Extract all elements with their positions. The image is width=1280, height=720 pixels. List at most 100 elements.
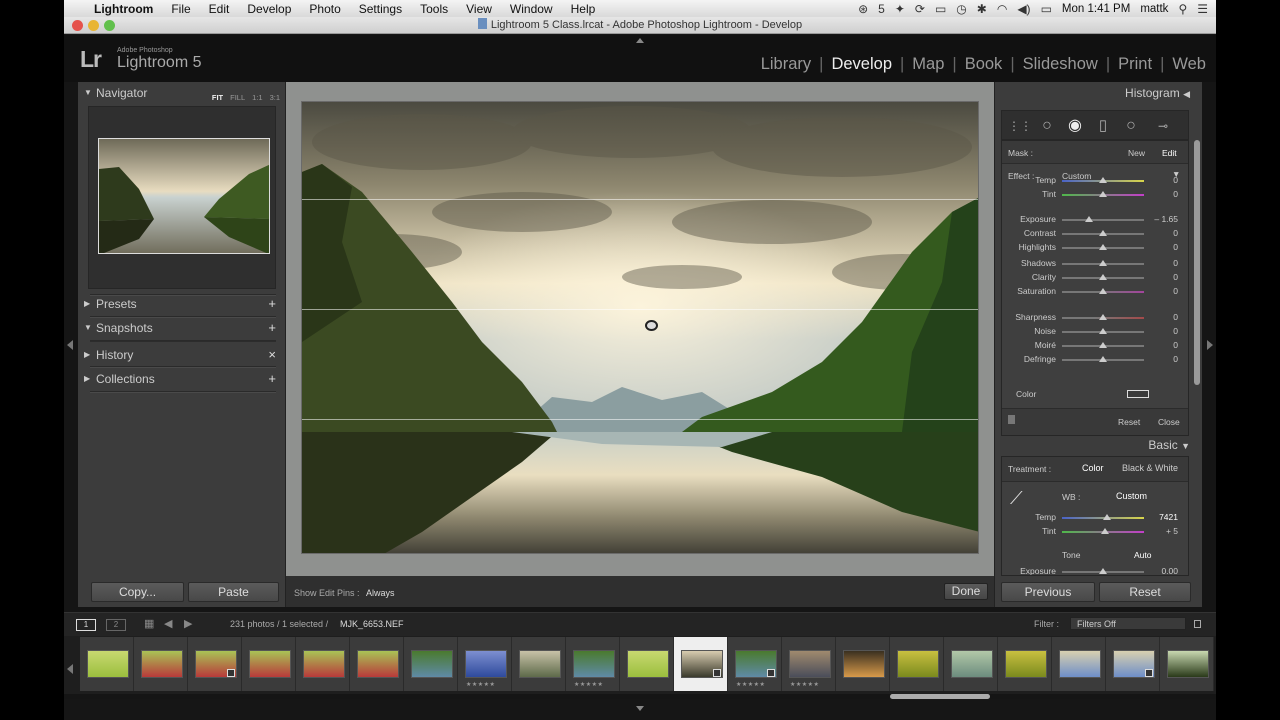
paste-settings-button[interactable]: Paste <box>188 582 279 602</box>
basic-temp-slider[interactable]: Temp 7421 <box>1002 512 1188 524</box>
zoom-fill[interactable]: FILL <box>230 88 245 108</box>
zoom-3-1[interactable]: 3:1 <box>270 88 280 108</box>
filmstrip-thumbnail[interactable] <box>1106 637 1160 691</box>
filmstrip-thumbnail[interactable] <box>242 637 296 691</box>
filmstrip-thumbnail[interactable] <box>512 637 566 691</box>
slider-knob-icon[interactable] <box>1099 244 1107 250</box>
time-machine-icon[interactable]: ◷ <box>956 2 966 16</box>
slider-knob-icon[interactable] <box>1099 274 1107 280</box>
slider-knob-icon[interactable] <box>1099 230 1107 236</box>
add-snapshot-icon[interactable]: + <box>268 318 276 338</box>
filmstrip-thumbnail[interactable] <box>998 637 1052 691</box>
status-app-badge[interactable]: 5 <box>878 2 885 16</box>
slider-defringe[interactable]: Defringe 0 <box>1002 354 1188 366</box>
slider-knob-icon[interactable] <box>1099 568 1107 574</box>
menu-window[interactable]: Window <box>501 2 562 16</box>
slider-moir[interactable]: Moiré 0 <box>1002 340 1188 352</box>
treatment-bw-option[interactable]: Black & White <box>1122 463 1178 473</box>
history-header[interactable]: ▶ History × <box>78 345 286 365</box>
reset-adjustment-button[interactable]: Reset <box>1118 417 1140 427</box>
wifi-icon[interactable]: ◠ <box>997 2 1007 16</box>
module-library[interactable]: Library <box>753 55 819 74</box>
zoom-1-1[interactable]: 1:1 <box>252 88 262 108</box>
filmstrip-thumbnail[interactable]: ★★★★★ <box>782 637 836 691</box>
snapshots-header[interactable]: ▼ Snapshots + <box>78 318 286 338</box>
white-balance-eyedropper-icon[interactable]: ⟋ <box>1010 488 1023 509</box>
slider-knob-icon[interactable] <box>1099 314 1107 320</box>
module-web[interactable]: Web <box>1164 55 1206 74</box>
collapse-histogram-icon[interactable]: ◀ <box>1183 89 1190 99</box>
menu-settings[interactable]: Settings <box>350 2 411 16</box>
module-print[interactable]: Print <box>1110 55 1160 74</box>
collections-header[interactable]: ▶ Collections + <box>78 369 286 389</box>
edit-pin-icon[interactable] <box>645 320 658 331</box>
filmstrip-thumbnail[interactable] <box>134 637 188 691</box>
module-map[interactable]: Map <box>904 55 952 74</box>
slider-knob-icon[interactable] <box>1099 191 1107 197</box>
zoom-window-button[interactable] <box>104 20 115 31</box>
slider-knob-icon[interactable] <box>1101 528 1109 534</box>
collapse-top-panel-icon[interactable] <box>636 38 644 43</box>
graduated-filter-icon[interactable]: ▯ <box>1094 118 1112 136</box>
module-develop[interactable]: Develop <box>823 55 900 74</box>
clock[interactable]: Mon 1:41 PM <box>1062 3 1130 15</box>
filmstrip-thumbnail[interactable] <box>404 637 458 691</box>
close-window-button[interactable] <box>72 20 83 31</box>
histogram-header[interactable]: Histogram ◀ <box>1125 86 1190 100</box>
copy-settings-button[interactable]: Copy... <box>91 582 184 602</box>
right-panel-scrollbar[interactable] <box>1194 140 1200 385</box>
navigator-header[interactable]: ▼ Navigator FIT FILL 1:1 3:1 <box>78 83 286 103</box>
selected-filename[interactable]: MJK_6653.NEF <box>340 619 404 629</box>
status-app-icon[interactable]: ⊛ <box>858 2 868 16</box>
menu-app[interactable]: Lightroom <box>90 2 162 16</box>
filmstrip-thumbnail[interactable] <box>620 637 674 691</box>
collapse-left-panel-icon[interactable] <box>67 340 73 350</box>
slider-sharpness[interactable]: Sharpness 0 <box>1002 312 1188 324</box>
slider-shadows[interactable]: Shadows 0 <box>1002 258 1188 270</box>
close-adjustment-button[interactable]: Close <box>1158 417 1180 427</box>
slider-tint[interactable]: Tint 0 <box>1002 189 1188 201</box>
slider-saturation[interactable]: Saturation 0 <box>1002 286 1188 298</box>
filmstrip-thumbnail[interactable] <box>836 637 890 691</box>
slider-temp[interactable]: Temp 0 <box>1002 175 1188 187</box>
menu-file[interactable]: File <box>162 2 199 16</box>
filmstrip-left-arrow-icon[interactable] <box>67 664 73 674</box>
add-collection-icon[interactable]: + <box>268 369 276 389</box>
slider-knob-icon[interactable] <box>1099 177 1107 183</box>
presets-header[interactable]: ▶ Presets + <box>78 294 286 314</box>
filmstrip-thumbnail[interactable] <box>296 637 350 691</box>
notification-center-icon[interactable]: ☰ <box>1197 2 1208 16</box>
zoom-fit[interactable]: FIT <box>212 88 223 108</box>
collapse-filmstrip-icon[interactable] <box>636 706 644 711</box>
filmstrip-thumbnail[interactable] <box>188 637 242 691</box>
spot-removal-tool-icon[interactable]: ○ <box>1038 118 1056 136</box>
slider-noise[interactable]: Noise 0 <box>1002 326 1188 338</box>
radial-filter-icon[interactable]: ○ <box>1122 118 1140 136</box>
filmstrip-thumbnail[interactable]: ★★★★★ <box>458 637 512 691</box>
sync-icon[interactable]: ⟳ <box>915 2 925 16</box>
airplay-icon[interactable]: ▭ <box>935 2 946 16</box>
filmstrip-thumbnail[interactable] <box>890 637 944 691</box>
module-book[interactable]: Book <box>957 55 1011 74</box>
slider-knob-icon[interactable] <box>1103 514 1111 520</box>
menu-help[interactable]: Help <box>562 2 605 16</box>
view-1-button[interactable]: 1 <box>76 619 96 631</box>
filmstrip-thumbnail[interactable] <box>350 637 404 691</box>
filmstrip-thumbnail[interactable]: ★★★★★ <box>728 637 782 691</box>
wb-select[interactable]: Custom <box>1116 491 1147 501</box>
crop-tool-icon[interactable]: ⋮⋮ <box>1008 118 1032 136</box>
view-2-button[interactable]: 2 <box>106 619 126 631</box>
add-preset-icon[interactable]: + <box>268 294 276 314</box>
dropbox-icon[interactable]: ✦ <box>895 2 905 16</box>
basic-tint-slider[interactable]: Tint + 5 <box>1002 526 1188 538</box>
slider-highlights[interactable]: Highlights 0 <box>1002 242 1188 254</box>
done-button[interactable]: Done <box>944 583 988 600</box>
reset-button[interactable]: Reset <box>1099 582 1191 602</box>
menu-edit[interactable]: Edit <box>200 2 239 16</box>
filter-select[interactable]: Filters Off <box>1070 617 1186 630</box>
spotlight-search-icon[interactable]: ⚲ <box>1178 2 1187 16</box>
battery-icon[interactable]: ▭ <box>1041 2 1052 16</box>
expand-basic-icon[interactable]: ▼ <box>1181 441 1190 451</box>
back-arrow-icon[interactable]: ◀ <box>164 617 172 630</box>
slider-contrast[interactable]: Contrast 0 <box>1002 228 1188 240</box>
